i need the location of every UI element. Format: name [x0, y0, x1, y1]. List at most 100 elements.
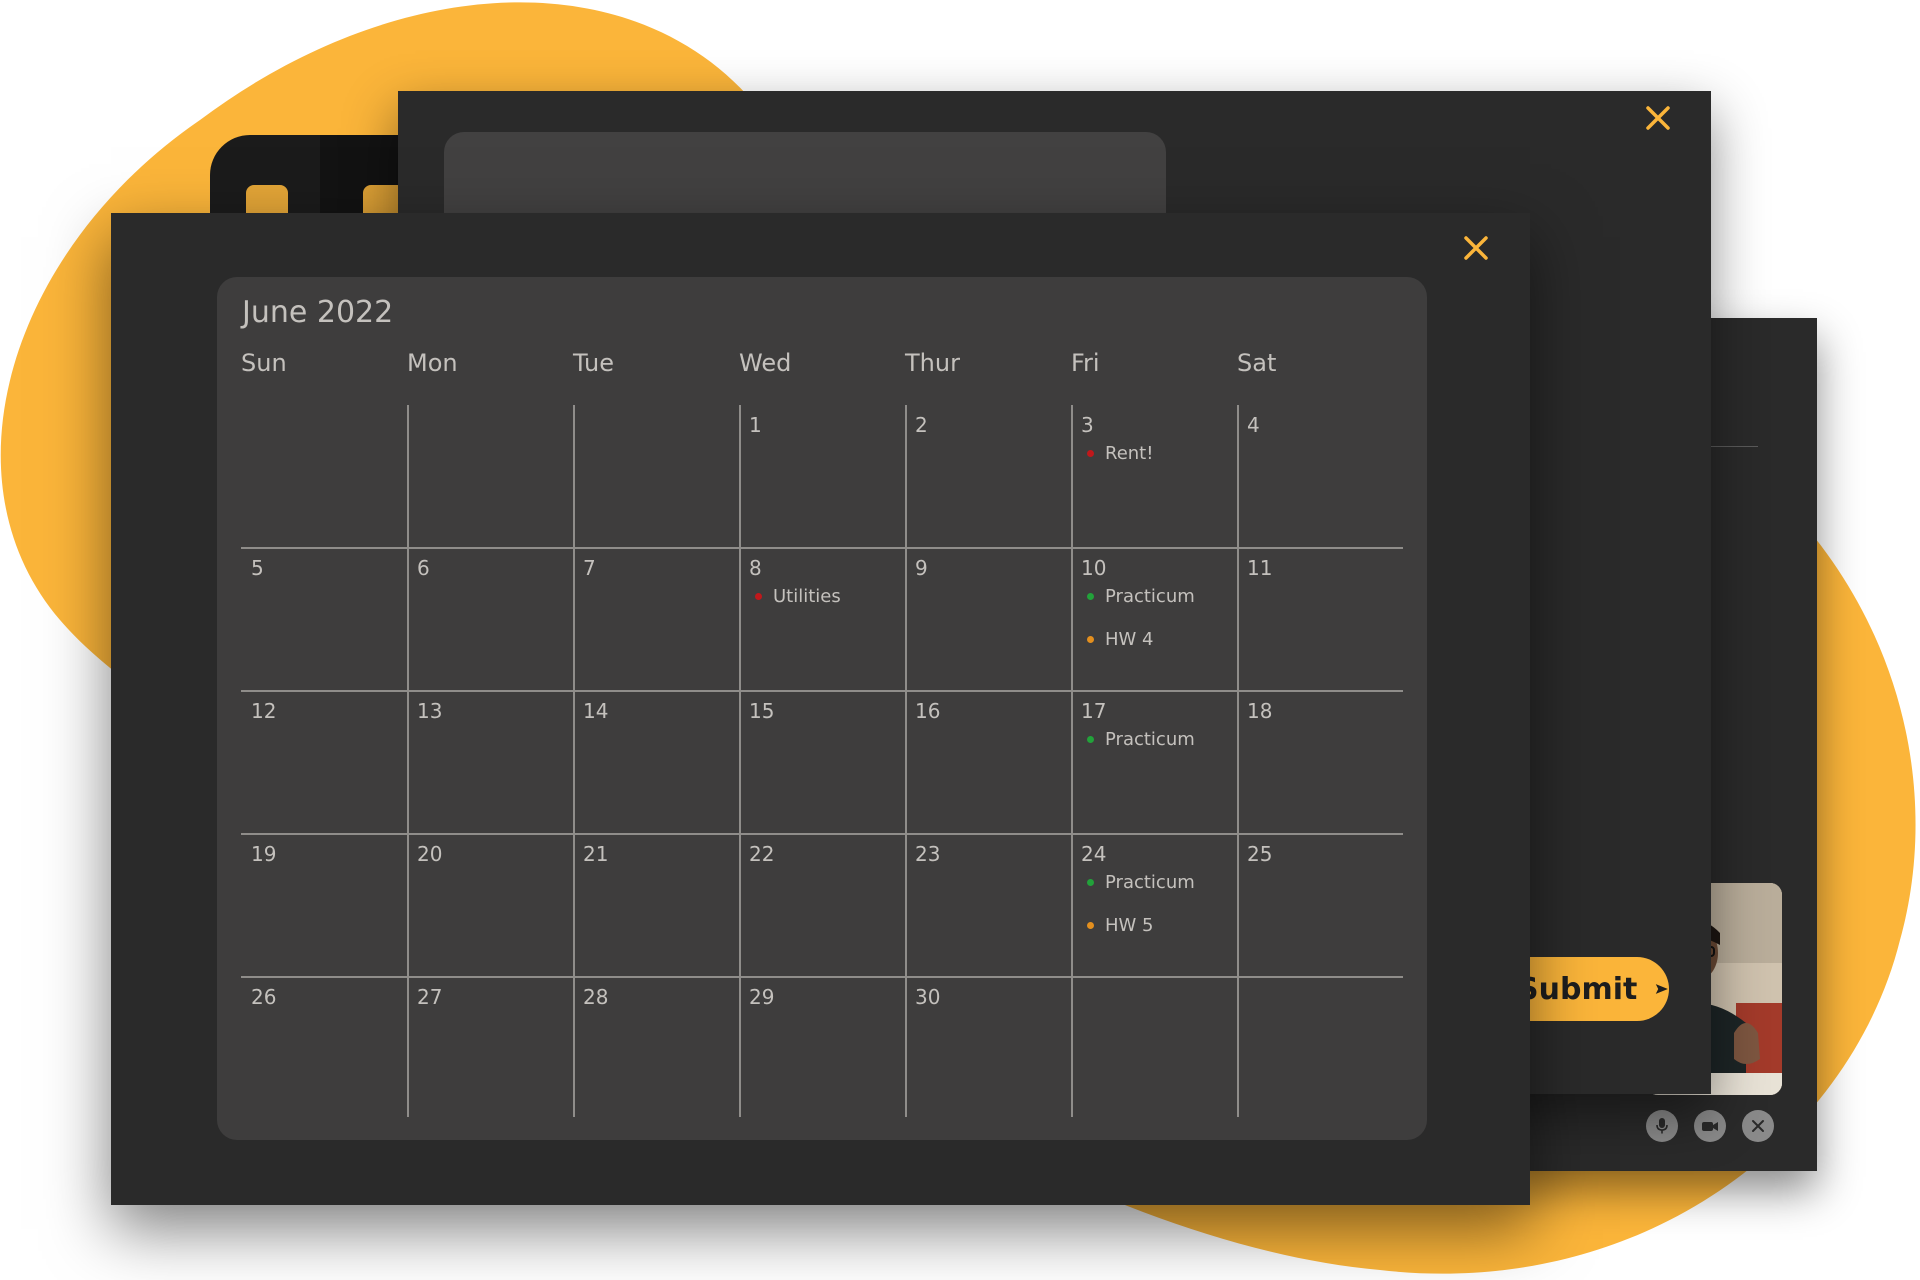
day-number: 22 [749, 842, 775, 866]
event-item[interactable]: HW 5 [1087, 914, 1195, 936]
event-label: HW 4 [1105, 628, 1154, 650]
day-cell[interactable]: 11 [1237, 550, 1403, 692]
day-cell[interactable]: 17 Practicum [1071, 693, 1237, 835]
day-cell[interactable]: 16 [905, 693, 1071, 835]
day-cell[interactable]: 15 [739, 693, 905, 835]
event-item[interactable]: Practicum [1087, 728, 1195, 750]
event-dot-icon [1087, 878, 1094, 886]
day-cell[interactable]: 19 [241, 836, 407, 978]
day-cell[interactable] [407, 407, 573, 549]
day-cell[interactable]: 13 [407, 693, 573, 835]
event-dot-icon [1087, 735, 1094, 743]
day-number: 6 [417, 556, 430, 580]
end-call-button[interactable] [1742, 1110, 1774, 1142]
day-number: 26 [251, 985, 277, 1009]
day-cell[interactable]: 30 [905, 979, 1071, 1121]
day-cell[interactable]: 28 [573, 979, 739, 1121]
day-number: 23 [915, 842, 941, 866]
event-item[interactable]: Utilities [755, 585, 841, 607]
event-item[interactable]: Practicum [1087, 586, 1195, 607]
day-cell[interactable]: 7 [573, 550, 739, 692]
send-arrow-icon [1656, 984, 1669, 994]
day-number: 27 [417, 985, 443, 1009]
day-cell[interactable] [241, 407, 407, 549]
day-cell[interactable]: 24 Practicum HW 5 [1071, 836, 1237, 978]
day-cell[interactable]: 25 [1237, 836, 1403, 978]
x-icon [1646, 106, 1670, 130]
day-cell[interactable]: 27 [407, 979, 573, 1121]
day-cell[interactable]: 12 [241, 693, 407, 835]
calendar-window: June 2022 Sun Mon Tue Wed Thur Fri Sat 1 2 3 Rent… [111, 213, 1530, 1205]
day-number: 24 [1081, 842, 1107, 866]
event-label: Utilities [773, 585, 841, 607]
day-cell[interactable]: 21 [573, 836, 739, 978]
day-number: 11 [1247, 556, 1273, 580]
event-list: Practicum [1087, 729, 1195, 772]
day-number: 8 [749, 556, 762, 580]
event-dot-icon [1087, 592, 1094, 600]
weekday-label: Sat [1237, 349, 1277, 377]
day-cell[interactable] [1237, 979, 1403, 1121]
end-call-icon [1752, 1120, 1764, 1132]
day-number: 15 [749, 699, 775, 723]
camera-button[interactable] [1694, 1110, 1726, 1142]
day-number: 30 [915, 985, 941, 1009]
day-cell[interactable]: 6 [407, 550, 573, 692]
event-list: Practicum HW 4 [1087, 586, 1195, 672]
close-button[interactable] [1645, 105, 1671, 135]
event-list: Rent! [1087, 443, 1153, 486]
day-number: 7 [583, 556, 596, 580]
event-item[interactable]: Rent! [1087, 442, 1154, 464]
weekday-label: Thur [905, 349, 960, 377]
x-icon [1464, 236, 1488, 260]
event-item[interactable]: HW 4 [1087, 628, 1195, 650]
day-number: 3 [1081, 413, 1094, 437]
day-number: 5 [251, 556, 264, 580]
day-cell[interactable]: 20 [407, 836, 573, 978]
day-number: 17 [1081, 699, 1107, 723]
day-number: 1 [749, 413, 762, 437]
weekday-label: Mon [407, 349, 458, 377]
day-number: 18 [1247, 699, 1273, 723]
day-cell[interactable]: 26 [241, 979, 407, 1121]
event-label: HW 5 [1105, 914, 1154, 936]
day-number: 9 [915, 556, 928, 580]
event-label: Practicum [1105, 728, 1195, 750]
mic-button[interactable] [1646, 1110, 1678, 1142]
day-cell[interactable]: 14 [573, 693, 739, 835]
event-list: Practicum HW 5 [1087, 872, 1195, 958]
day-cell[interactable] [1071, 979, 1237, 1121]
day-cell[interactable]: 23 [905, 836, 1071, 978]
day-number: 25 [1247, 842, 1273, 866]
day-cell[interactable]: 3 Rent! [1071, 407, 1237, 549]
day-cell[interactable] [573, 407, 739, 549]
day-cell[interactable]: 5 [241, 550, 407, 692]
day-number: 28 [583, 985, 609, 1009]
call-controls [1646, 1110, 1774, 1142]
event-dot-icon [755, 592, 762, 600]
event-label: Rent! [1105, 442, 1154, 464]
day-number: 19 [251, 842, 277, 866]
submit-label: Submit [1517, 971, 1638, 1007]
day-number: 12 [251, 699, 277, 723]
day-cell[interactable]: 9 [905, 550, 1071, 692]
day-number: 10 [1081, 556, 1107, 580]
event-dot-icon [1087, 635, 1094, 643]
day-number: 2 [915, 413, 928, 437]
day-cell[interactable]: 2 [905, 407, 1071, 549]
weekday-label: Fri [1071, 349, 1100, 377]
close-button[interactable] [1463, 235, 1489, 265]
day-number: 16 [915, 699, 941, 723]
day-cell[interactable]: 18 [1237, 693, 1403, 835]
event-item[interactable]: Practicum [1087, 872, 1195, 893]
weekday-label: Tue [573, 349, 614, 377]
day-cell[interactable]: 1 [739, 407, 905, 549]
calendar-title: June 2022 [242, 295, 394, 330]
day-cell[interactable]: 22 [739, 836, 905, 978]
day-cell[interactable]: 10 Practicum HW 4 [1071, 550, 1237, 692]
day-cell[interactable]: 8 Utilities [739, 550, 905, 692]
day-number: 29 [749, 985, 775, 1009]
day-number: 13 [417, 699, 443, 723]
day-cell[interactable]: 4 [1237, 407, 1403, 549]
day-cell[interactable]: 29 [739, 979, 905, 1121]
